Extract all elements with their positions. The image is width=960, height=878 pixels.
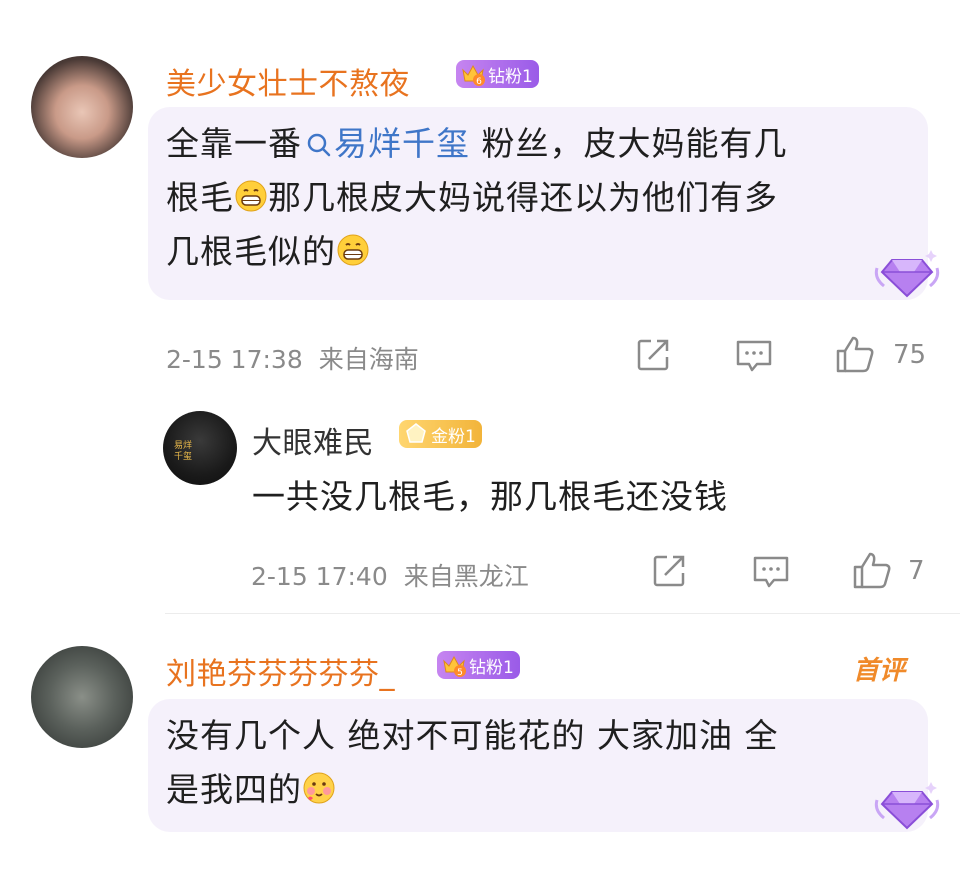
reply-meta: 2-15 17:40 来自黑龙江 [251,557,529,593]
svg-text:5: 5 [457,668,463,678]
username-replier[interactable]: 大眼难民 [252,418,374,462]
divider [165,613,960,614]
fan-badge-label: 钻粉1 [488,66,533,87]
first-comment-tag: 首评 [853,656,906,686]
gold-gem-icon [403,421,429,447]
like-icon[interactable] [835,334,875,374]
fan-badge-label: 金粉1 [431,426,476,447]
svg-text:6: 6 [476,77,482,87]
diamond-gem-icon [874,782,940,830]
grin-emoji-icon [234,175,268,212]
comment-text-1: 全靠一番 易烊千玺 粉丝，皮大妈能有几 根毛 那几根皮大妈说得还以为他们有多 几根毛… [166,124,788,271]
username-commenter-1[interactable]: 美少女壮士不熬夜 [166,59,410,103]
topic-mention-link[interactable]: 易烊千玺 [302,124,470,163]
avatar-commenter-2[interactable] [31,646,133,748]
comment-text-2: 没有几个人 绝对不可能花的 大家加油 全 是我四的 [166,716,779,809]
crown-icon: 6 [460,61,486,87]
comment-location: 来自黑龙江 [403,562,529,591]
comment-meta-1: 2-15 17:38 来自海南 [166,340,419,376]
reply-text: 一共没几根毛，那几根毛还没钱 [252,477,728,516]
grin-emoji-icon [336,229,370,266]
comment-time: 2-15 17:38 [166,345,303,374]
like-count: 7 [908,556,925,586]
comment-time: 2-15 17:40 [251,562,388,591]
fan-badge-commenter-1: 6 钻粉1 [456,60,539,88]
share-icon[interactable] [635,337,671,373]
username-commenter-2[interactable]: 刘艳芬芬芬芬芬_ [166,649,395,693]
crown-icon: 5 [441,652,467,678]
comment-location: 来自海南 [318,345,419,374]
fan-badge-label: 钻粉1 [469,657,514,678]
diamond-gem-icon [874,250,940,298]
share-icon[interactable] [651,553,687,589]
fan-badge-commenter-2: 5 钻粉1 [437,651,520,679]
fan-badge-replier: 金粉1 [399,420,482,448]
comment-icon[interactable] [752,554,790,590]
like-icon[interactable] [852,550,892,590]
blush-emoji-icon [302,767,336,804]
search-icon [307,133,331,157]
comment-icon[interactable] [735,338,773,374]
like-count: 75 [893,340,927,370]
avatar-replier[interactable]: 易烊 千玺 [163,411,237,485]
avatar-commenter-1[interactable] [31,56,133,158]
